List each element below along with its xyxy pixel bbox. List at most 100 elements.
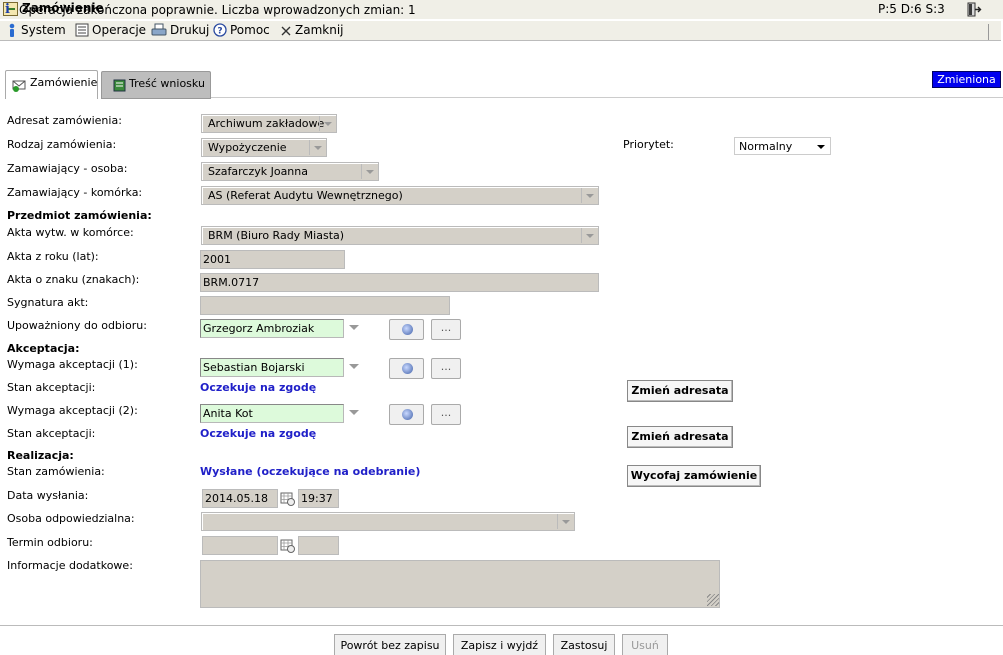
chevron-down-icon xyxy=(557,514,573,529)
menu-operacje-label: Operacje xyxy=(92,23,147,37)
menu-system[interactable]: System xyxy=(6,23,66,37)
akta-komorka-select[interactable]: BRM (Biuro Rady Miasta) xyxy=(201,226,599,245)
label-priorytet: Priorytet: xyxy=(623,138,674,151)
footer-divider xyxy=(0,625,1003,626)
printer-icon xyxy=(151,23,167,36)
stan-zamowienia-value: Wysłane (oczekujące na odebranie) xyxy=(200,465,421,478)
czas-wyslania-value: 19:37 xyxy=(301,492,333,505)
label-osoba: Zamawiający - osoba: xyxy=(7,162,128,175)
adresat-value: Archiwum zakładowe xyxy=(208,117,325,130)
section-realizacja: Realizacja: xyxy=(7,449,74,462)
label-adresat: Adresat zamówienia: xyxy=(7,114,122,127)
akceptacja-1-search-button[interactable] xyxy=(389,358,424,379)
akceptacja-2-value: Anita Kot xyxy=(203,407,253,420)
akceptacja-1-field[interactable]: Sebastian Bojarski xyxy=(200,358,344,377)
chevron-down-icon xyxy=(581,188,597,203)
label-akta-rok: Akta z roku (lat): xyxy=(7,250,99,263)
chevron-down-icon[interactable] xyxy=(349,364,359,369)
zastosuj-button[interactable]: Zastosuj xyxy=(553,634,615,655)
label-akta-znak: Akta o znaku (znakach): xyxy=(7,273,140,286)
upowazniony-search-button[interactable] xyxy=(389,319,424,340)
chevron-down-icon xyxy=(309,140,325,155)
chevron-down-icon xyxy=(319,116,335,131)
calendar-icon[interactable] xyxy=(279,490,296,507)
akceptacja-2-more-button[interactable]: ... xyxy=(431,404,461,425)
label-akceptacja-1: Wymaga akceptacji (1): xyxy=(7,358,138,371)
data-wyslania-field[interactable]: 2014.05.18 xyxy=(202,489,278,508)
calendar-icon[interactable] xyxy=(279,537,296,554)
usun-button: Usuń xyxy=(622,634,668,655)
label-upowazniony: Upoważniony do odbioru: xyxy=(7,319,147,332)
zapisz-i-wyjdz-button[interactable]: Zapisz i wyjdź xyxy=(453,634,546,655)
label-stan-akceptacji-1: Stan akceptacji: xyxy=(7,381,96,394)
akta-znak-field[interactable]: BRM.0717 xyxy=(200,273,599,292)
informacje-dodatkowe-textarea[interactable] xyxy=(200,560,720,608)
menu-system-label: System xyxy=(21,23,66,37)
zmien-adresata-1-button[interactable]: Zmień adresata xyxy=(627,380,733,402)
help-icon: ? xyxy=(213,23,227,37)
akceptacja-1-more-button[interactable]: ... xyxy=(431,358,461,379)
rodzaj-select[interactable]: Wypożyczenie xyxy=(201,138,327,157)
book-icon xyxy=(113,79,126,92)
list-icon xyxy=(75,23,89,37)
menu-operacje[interactable]: Operacje xyxy=(75,23,146,37)
menu-pomoc[interactable]: ? Pomoc xyxy=(213,23,270,37)
upowazniony-value: Grzegorz Ambroziak xyxy=(203,322,315,335)
zmien-adresata-2-button[interactable]: Zmień adresata xyxy=(627,426,733,448)
status-badge: Zmieniona xyxy=(932,71,1001,88)
tab-zamowienie[interactable]: Zamówienie xyxy=(5,70,98,99)
tab-tresc-label: Treść wniosku xyxy=(129,77,205,90)
globe-icon xyxy=(402,363,413,374)
globe-icon xyxy=(402,324,413,335)
tab-zamowienie-label: Zamówienie xyxy=(30,76,98,89)
exit-icon[interactable] xyxy=(966,2,982,17)
sygnatura-field[interactable] xyxy=(200,296,450,315)
priorytet-value: Normalny xyxy=(739,140,793,153)
wycofaj-zamowienie-button[interactable]: Wycofaj zamówienie xyxy=(627,465,761,487)
chevron-down-icon[interactable] xyxy=(349,325,359,330)
info-message: Operacja zakończona poprawnie. Liczba wp… xyxy=(19,3,416,17)
menu-zamknij[interactable]: Zamknij xyxy=(280,23,344,37)
label-sygnatura: Sygnatura akt: xyxy=(7,296,89,309)
powrot-bez-zapisu-button[interactable]: Powrót bez zapisu xyxy=(334,634,446,655)
osoba-odpowiedzialna-select[interactable] xyxy=(201,512,575,531)
tab-divider xyxy=(211,97,1003,98)
label-informacje-dodatkowe: Informacje dodatkowe: xyxy=(7,559,133,572)
person-icon xyxy=(9,23,15,37)
rodzaj-value: Wypożyczenie xyxy=(208,141,287,154)
label-termin-odbioru: Termin odbioru: xyxy=(7,536,93,549)
termin-odbioru-czas-field[interactable] xyxy=(298,536,339,555)
akta-znak-value: BRM.0717 xyxy=(203,276,260,289)
section-akceptacja: Akceptacja: xyxy=(7,342,80,355)
label-akta-komorka: Akta wytw. w komórce: xyxy=(7,226,134,239)
adresat-select[interactable]: Archiwum zakładowe xyxy=(201,114,337,133)
resize-grip-icon[interactable] xyxy=(707,594,719,606)
menu-zamknij-label: Zamknij xyxy=(295,23,344,37)
akceptacja-1-value: Sebastian Bojarski xyxy=(203,361,305,374)
upowazniony-more-button[interactable]: ... xyxy=(431,319,461,340)
menu-drukuj-label: Drukuj xyxy=(170,23,210,37)
czas-wyslania-field[interactable]: 19:37 xyxy=(298,489,339,508)
osoba-select[interactable]: Szafarczyk Joanna xyxy=(201,162,379,181)
akta-rok-field[interactable]: 2001 xyxy=(200,250,345,269)
envelope-icon xyxy=(12,80,26,92)
akta-komorka-value: BRM (Biuro Rady Miasta) xyxy=(208,229,345,242)
info-icon: i xyxy=(5,2,10,17)
close-icon xyxy=(281,26,291,36)
chevron-down-icon xyxy=(361,164,377,179)
termin-odbioru-data-field[interactable] xyxy=(202,536,278,555)
upowazniony-field[interactable]: Grzegorz Ambroziak xyxy=(200,319,344,338)
priorytet-select[interactable]: Normalny xyxy=(734,137,831,155)
chevron-down-icon[interactable] xyxy=(349,410,359,415)
stan-akceptacji-2-value: Oczekuje na zgodę xyxy=(200,427,317,440)
chevron-down-icon xyxy=(581,228,597,243)
akceptacja-2-search-button[interactable] xyxy=(389,404,424,425)
label-osoba-odpowiedzialna: Osoba odpowiedzialna: xyxy=(7,512,135,525)
komorka-select[interactable]: AS (Referat Audytu Wewnętrznego) xyxy=(201,186,599,205)
akceptacja-2-field[interactable]: Anita Kot xyxy=(200,404,344,423)
menu-drukuj[interactable]: Drukuj xyxy=(151,23,209,37)
tab-tresc-wniosku[interactable]: Treść wniosku xyxy=(101,71,211,99)
label-rodzaj: Rodzaj zamówienia: xyxy=(7,138,117,151)
section-przedmiot: Przedmiot zamówienia: xyxy=(7,209,152,222)
label-stan-akceptacji-2: Stan akceptacji: xyxy=(7,427,96,440)
